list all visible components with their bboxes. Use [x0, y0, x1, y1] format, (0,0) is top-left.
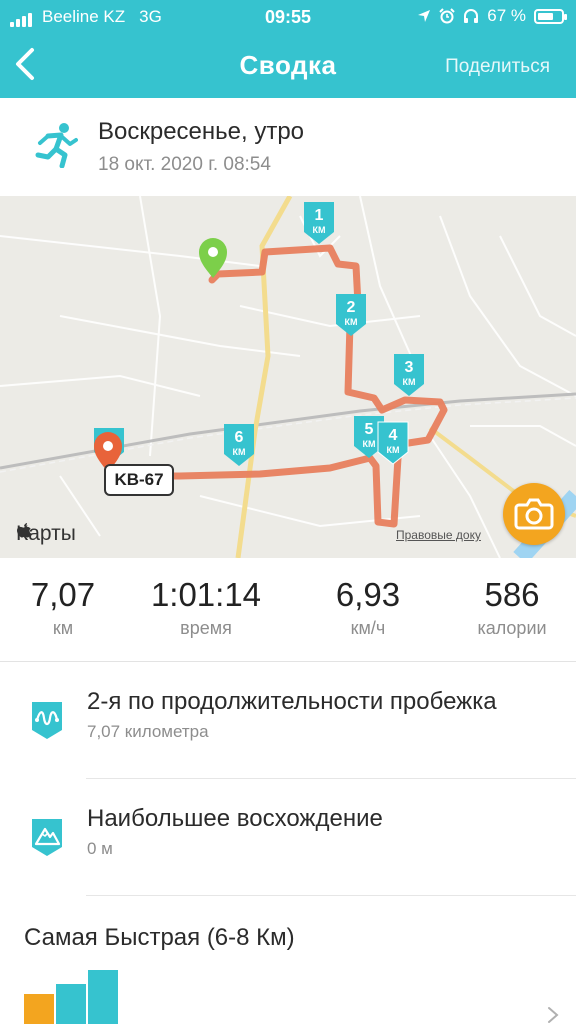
km-marker-2[interactable]: 2 КМ	[336, 294, 366, 336]
camera-icon	[514, 498, 554, 530]
achievement-longest-run[interactable]: 2-я по продолжительности пробежка 7,07 к…	[0, 662, 576, 778]
km-marker-unit: КМ	[387, 445, 400, 455]
legal-link[interactable]: Правовые доку	[396, 528, 481, 542]
alarm-icon	[439, 8, 455, 24]
activity-date: 18 окт. 2020 г. 08:54	[98, 154, 271, 175]
achievement-subtitle: 0 м	[87, 839, 113, 858]
headphones-icon	[464, 9, 479, 23]
km-marker-4[interactable]: 4 КМ	[377, 421, 409, 465]
achievement-title: Наибольшее восхождение	[87, 805, 383, 832]
km-marker-unit: КМ	[403, 377, 416, 387]
railway-dashes	[0, 397, 576, 473]
battery-level	[538, 12, 553, 20]
status-right: 67 %	[417, 6, 567, 26]
runner-icon	[35, 123, 78, 168]
share-button[interactable]: Поделиться	[445, 56, 550, 78]
route-map[interactable]: 7 1 КМ 2 КМ 3 КМ 5 КМ 4 КМ 6	[0, 196, 576, 558]
add-photo-button[interactable]	[503, 483, 565, 545]
status-bar: Beeline KZ 3G 09:55 67 %	[0, 0, 576, 34]
battery-icon	[534, 8, 567, 24]
header-bar: Beeline KZ 3G 09:55 67 % Сводка Поделить…	[0, 0, 576, 98]
fastest-bar	[56, 984, 86, 1024]
stat-speed: 6,93 км/ч	[318, 576, 418, 639]
railway-line	[0, 392, 576, 470]
km-marker-number: 3	[405, 359, 414, 376]
km-marker-number: 6	[235, 429, 244, 446]
road-label: KB-67	[104, 464, 174, 496]
stat-duration: 1:01:14 время	[146, 576, 266, 639]
fastest-section-title: Самая Быстрая (6-8 Км)	[24, 924, 295, 951]
fastest-mini-chart[interactable]	[24, 970, 124, 1024]
km-marker-number: 4	[389, 427, 398, 444]
stat-calories: 586 калории	[462, 576, 562, 639]
maps-attribution: Карты	[16, 522, 76, 546]
km-marker-number: 1	[315, 207, 324, 224]
activity-title: Воскресенье, утро	[98, 118, 305, 145]
achievement-subtitle: 7,07 километра	[87, 722, 209, 741]
stat-value: 6,93	[335, 576, 401, 613]
stat-distance: 7,07 км	[18, 576, 108, 639]
chevron-right-icon[interactable]	[546, 1006, 560, 1024]
km-marker-3[interactable]: 3 КМ	[394, 354, 424, 396]
km-marker-unit: КМ	[345, 317, 358, 327]
achievement-title: 2-я по продолжительности пробежка	[87, 688, 497, 715]
km-marker-number: 2	[347, 299, 356, 316]
stat-label: км	[52, 618, 74, 638]
achievement-highest-climb[interactable]: Наибольшее восхождение 0 м	[0, 779, 576, 895]
stat-label: калории	[477, 618, 547, 638]
location-arrow-icon	[418, 10, 431, 22]
apple-logo-icon	[17, 523, 31, 538]
stat-value: 1:01:14	[150, 576, 262, 613]
map-canvas[interactable]: 7 1 КМ 2 КМ 3 КМ 5 КМ 4 КМ 6	[0, 196, 576, 558]
km-marker-1[interactable]: 1 КМ	[304, 202, 334, 244]
divider	[86, 895, 576, 896]
km-marker-unit: КМ	[313, 225, 326, 235]
km-marker-unit: КМ	[233, 447, 246, 457]
fastest-bar	[88, 970, 118, 1024]
stat-value: 586	[484, 576, 540, 613]
stats-row: 7,07 км 1:01:14 время 6,93 км/ч 586 кало…	[0, 558, 576, 662]
stat-label: км/ч	[350, 618, 386, 638]
km-marker-number: 5	[365, 421, 374, 438]
km-marker-unit: КМ	[363, 439, 376, 449]
route-badge-icon	[32, 702, 62, 739]
battery-percent: 67 %	[487, 6, 526, 25]
stat-value: 7,07	[30, 576, 96, 613]
mountain-badge-icon	[32, 819, 62, 856]
fastest-bar	[24, 994, 54, 1024]
activity-header: Воскресенье, утро 18 окт. 2020 г. 08:54	[0, 98, 576, 196]
stat-label: время	[180, 618, 232, 638]
